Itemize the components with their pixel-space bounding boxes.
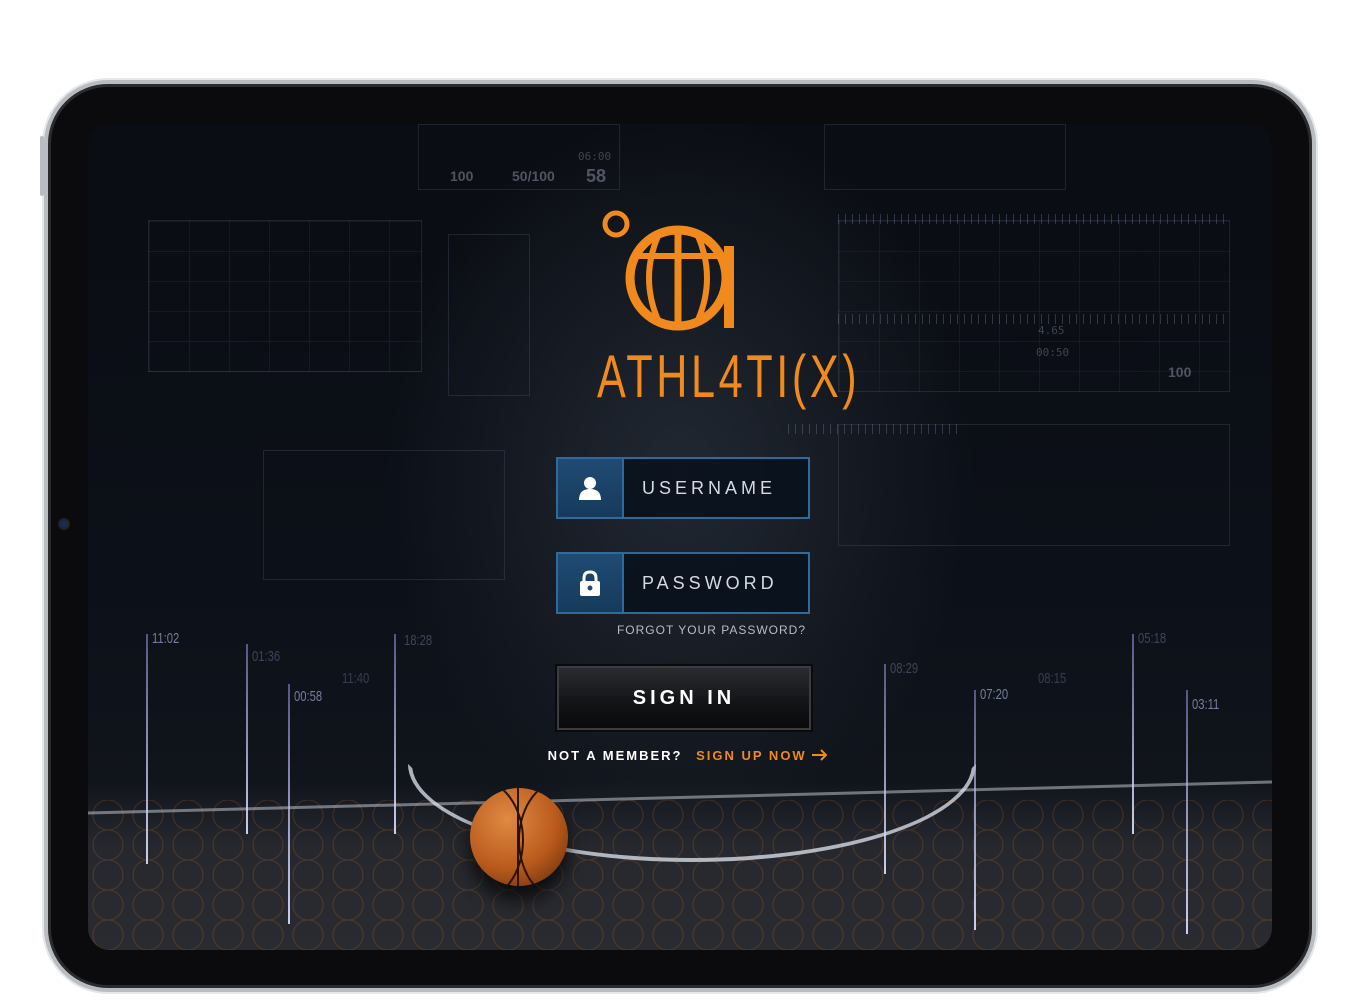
hud-stat: 100 <box>450 168 474 184</box>
camera-icon <box>60 520 68 528</box>
password-input[interactable] <box>624 554 808 612</box>
hud-panel-bottom-left <box>263 450 505 580</box>
timer-line <box>884 664 886 874</box>
brand-wordmark: ATHL4TI(X) <box>597 343 861 410</box>
sign-in-button[interactable]: SIGN IN <box>557 666 811 730</box>
app-screen: 100 50/100 58 06:00 4.65 100 00:50 11:02… <box>88 124 1272 950</box>
basketball-logo-icon <box>602 210 734 331</box>
user-icon <box>558 459 624 517</box>
sign-up-link[interactable]: SIGN UP NOW <box>696 748 828 763</box>
timer-line <box>246 644 248 834</box>
basketball-image <box>470 788 568 886</box>
hud-ruler <box>838 314 1228 324</box>
timer-line <box>394 634 396 834</box>
hud-ruler <box>788 424 958 434</box>
forgot-password-link[interactable]: FORGOT YOUR PASSWORD? <box>556 623 806 637</box>
timer-label: 05:18 <box>1138 630 1167 647</box>
arrow-right-icon <box>812 749 828 761</box>
timer-line <box>974 690 976 930</box>
hud-panel-mid-left <box>448 234 530 396</box>
hud-stat: 58 <box>586 166 607 186</box>
sign-up-label: SIGN UP NOW <box>696 748 807 763</box>
timer-label: 18:28 <box>404 632 433 649</box>
volume-button <box>40 136 44 196</box>
timer-line <box>288 684 290 924</box>
lock-icon <box>558 554 624 612</box>
password-field[interactable] <box>556 552 810 614</box>
timer-label: 08:29 <box>890 660 919 677</box>
tablet-frame: 100 50/100 58 06:00 4.65 100 00:50 11:02… <box>40 80 1316 992</box>
timer-label: 00:58 <box>294 688 323 705</box>
timer-label: 01:36 <box>252 648 281 665</box>
signup-prompt: NOT A MEMBER? SIGN UP NOW <box>528 748 848 763</box>
not-member-text: NOT A MEMBER? <box>547 748 683 763</box>
username-input[interactable] <box>624 459 808 517</box>
hud-ruler <box>838 214 1228 224</box>
username-field[interactable] <box>556 457 810 519</box>
timer-label: 11:02 <box>152 630 180 647</box>
timer-line <box>1132 634 1134 834</box>
hud-panel-left <box>148 220 422 372</box>
hud-stat: 50/100 <box>512 168 555 184</box>
timer-label: 07:20 <box>980 686 1009 703</box>
hud-stat: 100 <box>1168 364 1192 380</box>
hud-panel-mid-right <box>838 424 1230 546</box>
hud-stat: 00:50 <box>1036 346 1070 359</box>
timer-label: 08:15 <box>1038 670 1067 687</box>
timer-line <box>146 634 148 864</box>
timer-label: 03:11 <box>1192 696 1220 713</box>
hud-panel-top-right <box>824 124 1066 190</box>
timer-label: 11:40 <box>342 670 370 687</box>
timer-line <box>1186 690 1188 934</box>
hud-stat: 06:00 <box>578 150 612 163</box>
hud-stat: 4.65 <box>1038 324 1065 337</box>
